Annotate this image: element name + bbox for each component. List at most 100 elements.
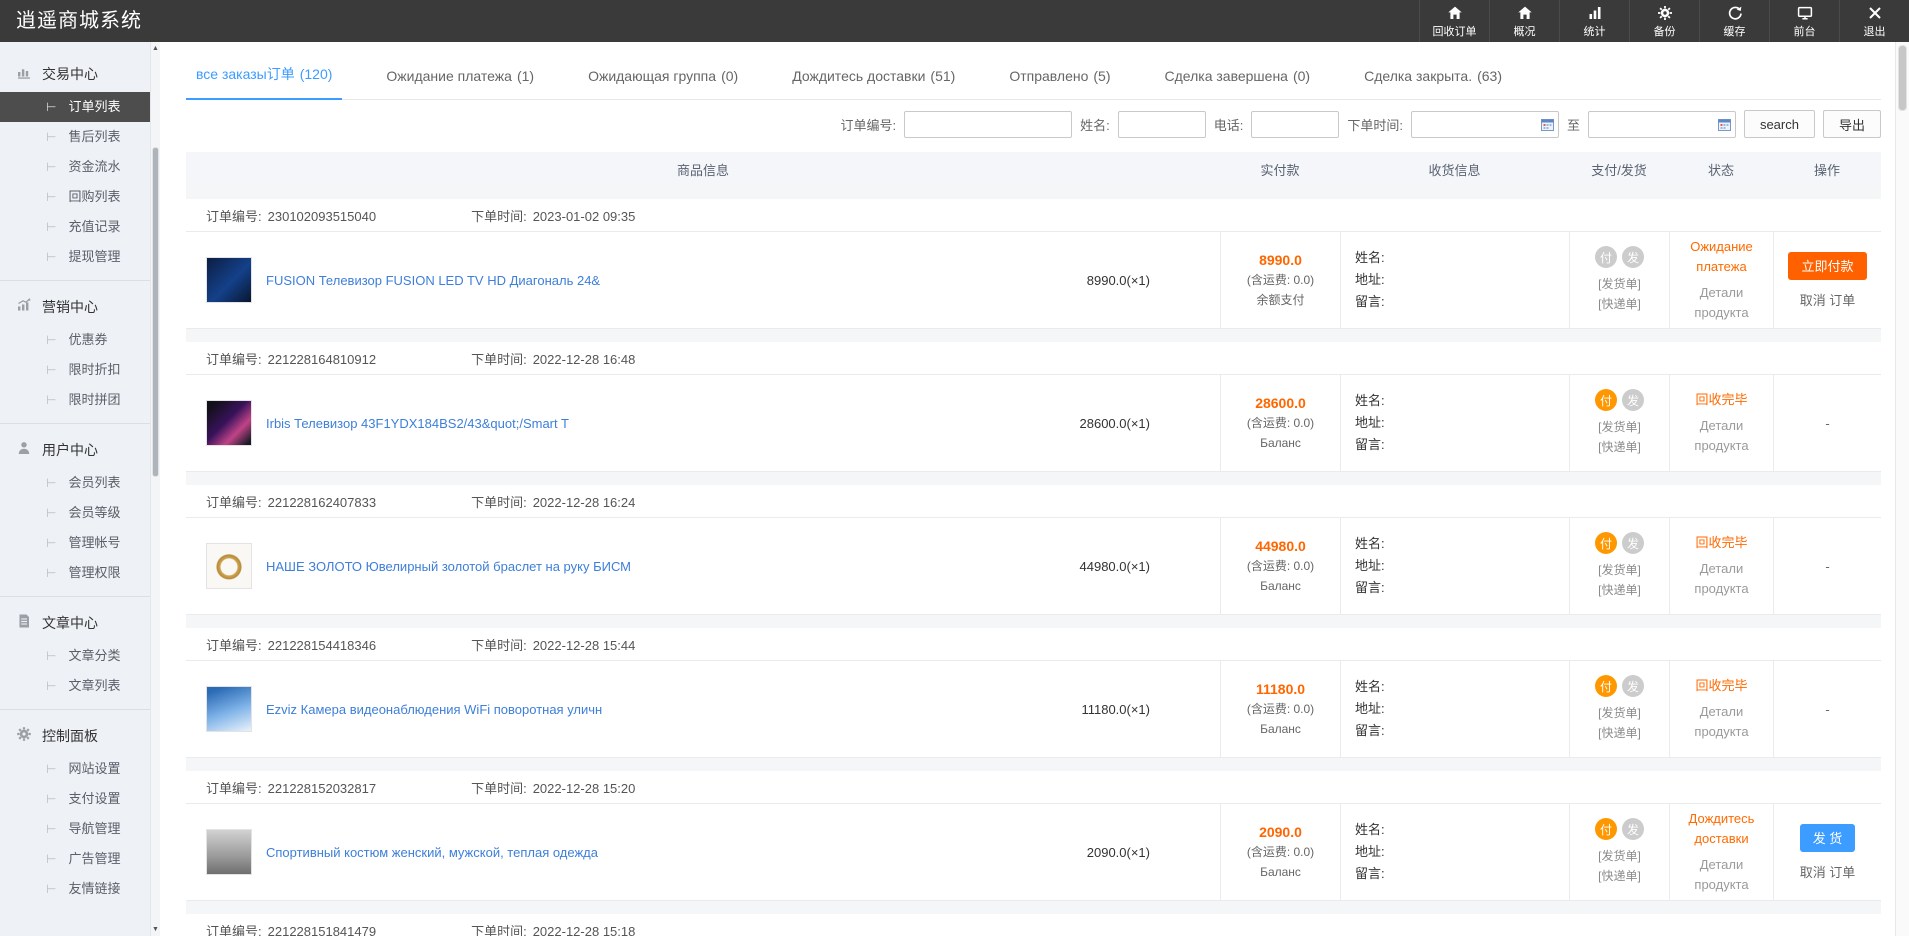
express-note-link[interactable]: [快递单] bbox=[1598, 437, 1641, 457]
product-thumbnail[interactable] bbox=[206, 686, 252, 732]
cancel-order-link[interactable]: 取消 订单 bbox=[1800, 290, 1856, 309]
product-details-link[interactable]: Детали продукта bbox=[1670, 855, 1773, 895]
topnav: 回收订单 概况 统计 备份 缓存 前台 退出 bbox=[1419, 0, 1909, 42]
pay-ship-cell: 付 发 [发货单] [快递单] bbox=[1569, 375, 1669, 471]
sidebar-section-marketing-header[interactable]: 营销中心 bbox=[0, 289, 150, 325]
sidebar-item[interactable]: ⊢文章分类 bbox=[0, 641, 150, 671]
sidebar-item[interactable]: ⊢会员列表 bbox=[0, 468, 150, 498]
page-scrollbar-thumb[interactable] bbox=[1898, 45, 1907, 111]
sidebar-item[interactable]: ⊢订单列表 bbox=[0, 92, 150, 122]
delivery-note-link[interactable]: [发货单] bbox=[1598, 560, 1641, 580]
order-no: 221228151841479 bbox=[268, 924, 376, 936]
sidebar-item[interactable]: ⊢友情链接 bbox=[0, 874, 150, 904]
sidebar-item[interactable]: ⊢管理帐号 bbox=[0, 528, 150, 558]
order-status-tab[interactable]: Дождитесь доставки(51) bbox=[782, 68, 965, 100]
order-status-tab[interactable]: Отправлено(5) bbox=[999, 68, 1120, 100]
express-note-link[interactable]: [快递单] bbox=[1598, 723, 1641, 743]
nav-logout[interactable]: 退出 bbox=[1839, 0, 1909, 42]
order-no-input[interactable] bbox=[904, 111, 1072, 138]
paid-badge: 付 bbox=[1595, 818, 1617, 840]
sidebar-scrollbar[interactable]: ▲ ▼ bbox=[150, 42, 160, 936]
calendar-icon[interactable] bbox=[1541, 118, 1554, 131]
tab-label: все заказы订单 bbox=[196, 66, 295, 82]
divider bbox=[0, 709, 150, 710]
sidebar-item[interactable]: ⊢限时折扣 bbox=[0, 355, 150, 385]
product-thumbnail[interactable] bbox=[206, 257, 252, 303]
order-time: 2022-12-28 15:20 bbox=[533, 781, 636, 796]
order-status-tab[interactable]: Ожидающая группа(0) bbox=[578, 68, 748, 100]
sidebar-item[interactable]: ⊢资金流水 bbox=[0, 152, 150, 182]
action-cell: - bbox=[1773, 661, 1881, 757]
order-status-tab[interactable]: Сделка завершена(0) bbox=[1155, 68, 1321, 100]
product-name-link[interactable]: Irbis Телевизор 43F1YDX184BS2/43&quot;/S… bbox=[266, 416, 1080, 431]
order-status-tab[interactable]: все заказы订单(120) bbox=[186, 64, 342, 100]
nav-frontend[interactable]: 前台 bbox=[1769, 0, 1839, 42]
sidebar-item[interactable]: ⊢广告管理 bbox=[0, 844, 150, 874]
sidebar-item[interactable]: ⊢提现管理 bbox=[0, 242, 150, 272]
product-details-link[interactable]: Детали продукта bbox=[1670, 559, 1773, 599]
product-thumbnail[interactable] bbox=[206, 829, 252, 875]
express-note-link[interactable]: [快递单] bbox=[1598, 580, 1641, 600]
sidebar-item-label: 网站设置 bbox=[68, 761, 120, 776]
sidebar-item[interactable]: ⊢文章列表 bbox=[0, 671, 150, 701]
nav-recycle-orders[interactable]: 回收订单 bbox=[1419, 0, 1489, 42]
phone-input[interactable] bbox=[1251, 111, 1339, 138]
sidebar-section-trade-header[interactable]: 交易中心 bbox=[0, 56, 150, 92]
product-details-link[interactable]: Детали продукта bbox=[1670, 416, 1773, 456]
sidebar-section-users-header[interactable]: 用户中心 bbox=[0, 432, 150, 468]
product-details-link[interactable]: Детали продукта bbox=[1670, 702, 1773, 742]
search-button[interactable]: search bbox=[1744, 110, 1815, 138]
sidebar-item[interactable]: ⊢导航管理 bbox=[0, 814, 150, 844]
action-button[interactable]: 发 货 bbox=[1800, 824, 1856, 852]
express-note-link[interactable]: [快递单] bbox=[1598, 294, 1641, 314]
divider bbox=[0, 280, 150, 281]
sidebar-item[interactable]: ⊢限时拼团 bbox=[0, 385, 150, 415]
action-button[interactable]: 立即付款 bbox=[1788, 252, 1866, 280]
order-no-label: 订单编号: bbox=[206, 352, 262, 367]
cancel-order-link[interactable]: 取消 订单 bbox=[1800, 862, 1856, 881]
action-cell: 发 货 取消 订单 bbox=[1773, 804, 1881, 900]
nav-overview[interactable]: 概况 bbox=[1489, 0, 1559, 42]
scroll-up-arrow[interactable]: ▲ bbox=[151, 45, 160, 52]
sidebar-item[interactable]: ⊢ 网站设置 bbox=[0, 754, 150, 784]
sidebar-item[interactable]: ⊢支付设置 bbox=[0, 784, 150, 814]
sidebar-section-articles-header[interactable]: 文章中心 bbox=[0, 605, 150, 641]
sidebar-item[interactable]: ⊢优惠券 bbox=[0, 325, 150, 355]
export-button[interactable]: 导出 bbox=[1823, 110, 1881, 138]
tab-label: Сделка закрыта. bbox=[1364, 68, 1472, 84]
delivery-note-link[interactable]: [发货单] bbox=[1598, 274, 1641, 294]
product-price-qty: 28600.0(×1) bbox=[1080, 416, 1150, 431]
nav-statistics[interactable]: 统计 bbox=[1559, 0, 1629, 42]
product-name-link[interactable]: Спортивный костюм женский, мужской, тепл… bbox=[266, 845, 1087, 860]
scroll-down-arrow[interactable]: ▼ bbox=[151, 926, 160, 933]
sidebar-item[interactable]: ⊢回购列表 bbox=[0, 182, 150, 212]
order-status-tab[interactable]: Сделка закрыта.(63) bbox=[1354, 68, 1512, 100]
nav-backup[interactable]: 备份 bbox=[1629, 0, 1699, 42]
product-name-link[interactable]: FUSION Телевизор FUSION LED TV HD Диагон… bbox=[266, 273, 1087, 288]
product-thumbnail[interactable] bbox=[206, 400, 252, 446]
delivery-note-link[interactable]: [发货单] bbox=[1598, 417, 1641, 437]
calendar-icon[interactable] bbox=[1718, 118, 1731, 131]
product-name-link[interactable]: Ezviz Камера видеонаблюдения WiFi поворо… bbox=[266, 702, 1081, 717]
branch-tick-icon: ⊢ bbox=[46, 762, 56, 776]
page-scrollbar[interactable] bbox=[1895, 42, 1909, 936]
product-price-qty: 2090.0(×1) bbox=[1087, 845, 1150, 860]
date-to-input[interactable] bbox=[1588, 111, 1736, 138]
delivery-note-link[interactable]: [发货单] bbox=[1598, 846, 1641, 866]
express-note-link[interactable]: [快递单] bbox=[1598, 866, 1641, 886]
delivery-note-link[interactable]: [发货单] bbox=[1598, 703, 1641, 723]
sidebar-item[interactable]: ⊢会员等级 bbox=[0, 498, 150, 528]
sidebar-item[interactable]: ⊢充值记录 bbox=[0, 212, 150, 242]
date-from-input[interactable] bbox=[1411, 111, 1559, 138]
product-name-link[interactable]: НАШЕ ЗОЛОТО Ювелирный золотой браслет на… bbox=[266, 559, 1080, 574]
order-status-tab[interactable]: Ожидание платежа(1) bbox=[376, 68, 544, 100]
product-thumbnail[interactable] bbox=[206, 543, 252, 589]
sidebar-item-label: 会员等级 bbox=[68, 505, 120, 520]
sidebar-item[interactable]: ⊢管理权限 bbox=[0, 558, 150, 588]
sidebar-section-panel-header[interactable]: 控制面板 bbox=[0, 718, 150, 754]
sidebar-scrollbar-thumb[interactable] bbox=[152, 147, 159, 477]
nav-cache[interactable]: 缓存 bbox=[1699, 0, 1769, 42]
name-input[interactable] bbox=[1118, 111, 1206, 138]
product-details-link[interactable]: Детали продукта bbox=[1670, 283, 1773, 323]
sidebar-item[interactable]: ⊢售后列表 bbox=[0, 122, 150, 152]
